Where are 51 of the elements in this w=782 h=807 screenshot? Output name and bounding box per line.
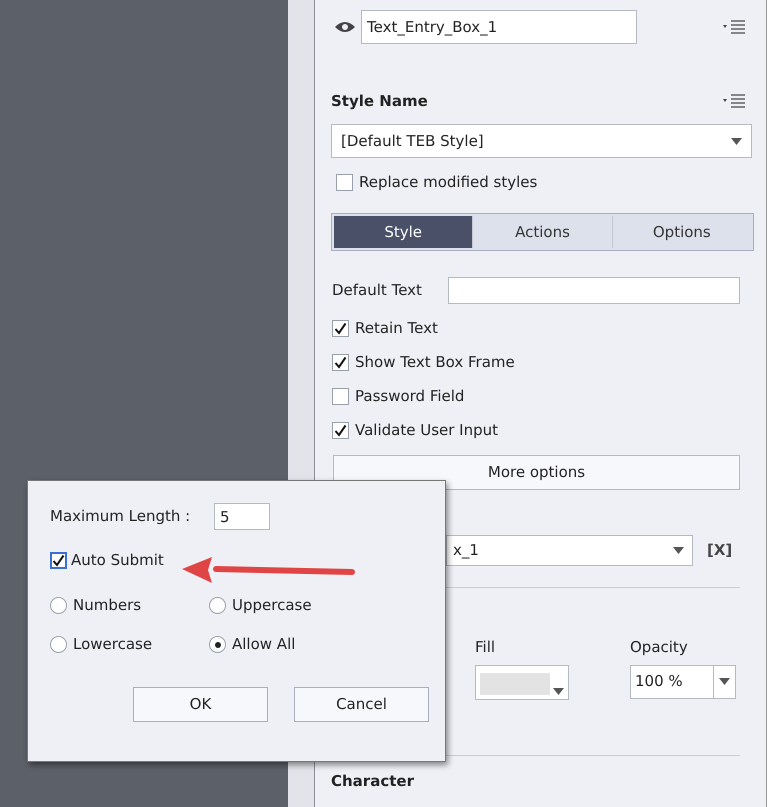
checkbox-label: Validate User Input [355,420,498,442]
fill-swatch-select[interactable] [475,664,569,700]
caret-icon [553,688,564,694]
checkmark-icon [334,356,347,369]
radio-button[interactable] [50,597,67,614]
checkbox[interactable] [336,174,353,191]
variable-select[interactable]: x_1 [446,535,693,566]
section-heading: Style Name [331,90,428,112]
opacity-select[interactable]: 100 % [630,664,736,698]
checkbox[interactable] [332,422,349,439]
field-label: Maximum Length : [50,506,192,528]
caret-icon [673,547,684,554]
checkmark-icon [52,554,65,567]
tab[interactable]: Style [334,216,472,248]
dialog-button[interactable]: OK [133,687,268,722]
max-length-field[interactable]: 5 [214,503,270,530]
checkbox-label: Retain Text [355,318,438,340]
radio-button[interactable] [50,636,67,653]
checkbox-label: Replace modified styles [359,172,538,194]
tab[interactable]: Actions [472,216,612,248]
panel-menu-icon[interactable] [722,19,746,35]
style-select[interactable]: [Default TEB Style] [331,124,752,158]
panel-menu-icon[interactable] [722,93,746,109]
clear-button[interactable]: [X] [707,539,732,562]
more-options-button[interactable]: More options [333,455,740,490]
radio-label: Allow All [232,634,296,656]
checkbox[interactable] [332,354,349,371]
eye-icon[interactable] [334,20,356,34]
radio-button[interactable] [209,636,226,653]
checkbox-label: Password Field [355,386,464,408]
checkbox-label: Auto Submit [71,550,164,572]
tab[interactable]: Options [612,216,751,248]
checkbox[interactable] [50,552,67,569]
dialog-button[interactable]: Cancel [294,687,429,722]
checkmark-icon [334,322,347,335]
radio-button[interactable] [209,597,226,614]
name-field[interactable]: Text_Entry_Box_1 [361,10,637,44]
radio-label: Numbers [73,595,142,616]
checkbox-label: Show Text Box Frame [355,352,515,374]
default-text-field[interactable] [448,277,740,304]
fill-label: Fill [475,637,496,658]
caret-icon [719,678,730,685]
checkbox[interactable] [332,388,349,405]
checkmark-icon [334,424,347,437]
radio-label: Uppercase [232,595,312,616]
caret-icon [731,138,742,144]
opacity-label: Opacity [630,637,689,658]
section-heading: Character [331,770,415,792]
radio-label: Lowercase [73,634,152,656]
checkbox[interactable] [332,320,349,337]
field-label: Default Text [332,280,422,302]
